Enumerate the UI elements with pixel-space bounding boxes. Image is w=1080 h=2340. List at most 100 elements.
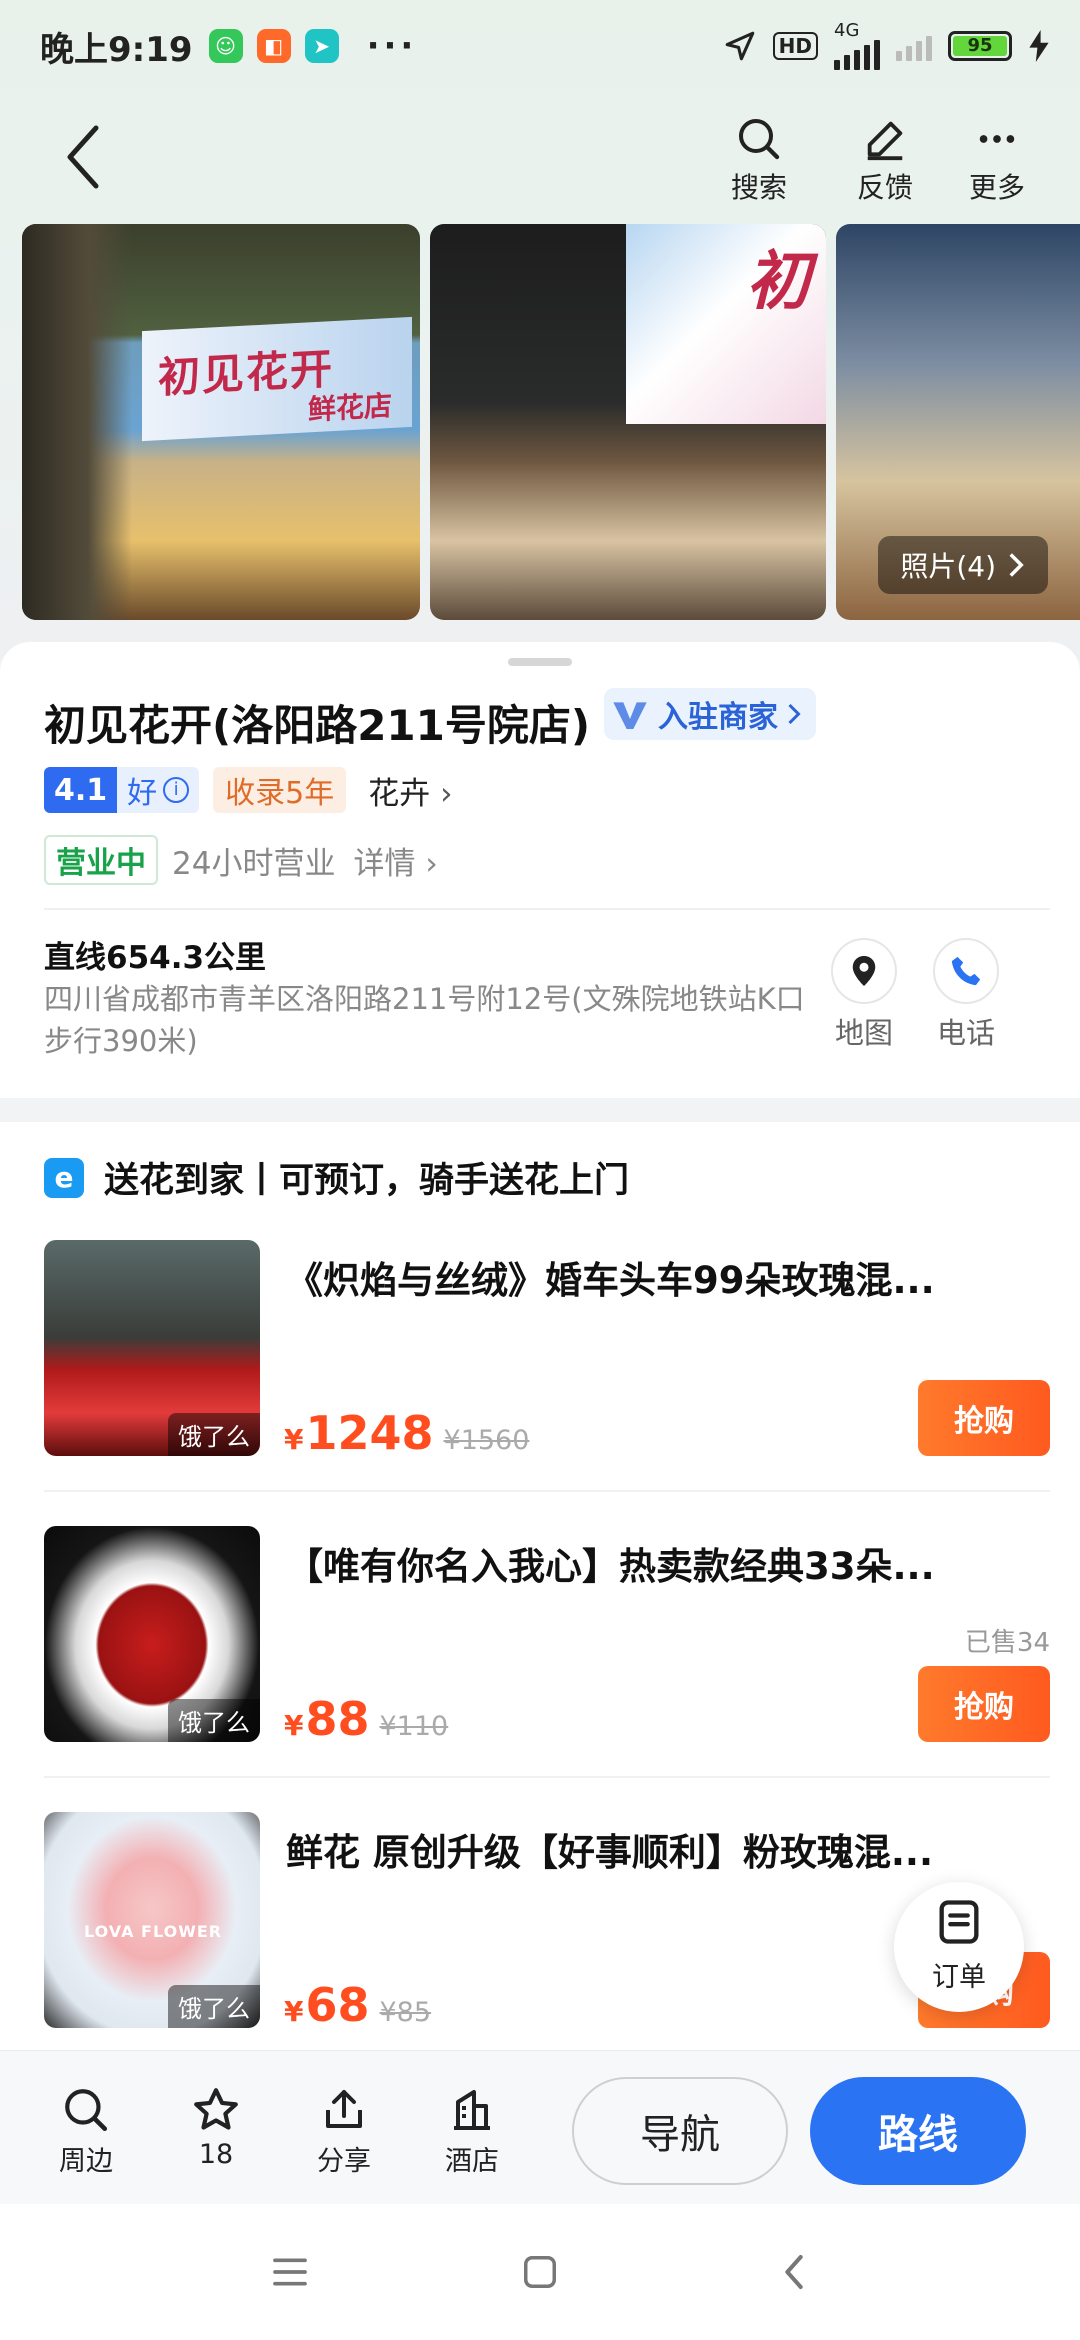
platform-tag: 饿了么 [168, 1413, 260, 1456]
menu-lines-icon [273, 2258, 307, 2286]
back-arrow-icon [67, 125, 99, 189]
hours-details-link[interactable]: 详情 › [353, 838, 437, 883]
phone-button[interactable]: 电话 [916, 938, 1016, 1052]
phone-icon [951, 956, 981, 986]
share-label: 分享 [317, 2146, 371, 2177]
product-thumbnail[interactable]: 饿了么 [44, 1526, 260, 1742]
original-price: ¥110 [379, 1711, 449, 1742]
bottom-action-bar: 周边 18 分享 酒店 导航 路线 [0, 2050, 1080, 2204]
search-label: 搜索 [730, 171, 787, 204]
original-price: ¥85 [379, 1997, 432, 2028]
product-item[interactable]: 饿了么 《炽焰与丝绒》婚车头车99朵玫瑰混... ¥ 1248 ¥1560 抢购 [44, 1240, 1050, 1460]
back-key[interactable] [764, 2242, 824, 2302]
chevron-right-icon: › [440, 775, 453, 812]
hotel-building-icon [454, 2090, 490, 2130]
buy-button[interactable]: 抢购 [918, 1666, 1050, 1742]
price-value: 68 [305, 1978, 370, 2032]
product-thumbnail[interactable]: 饿了么 [44, 1240, 260, 1456]
more-notifications-icon: ··· [366, 26, 418, 66]
product-name: 鲜花 原创升级【好事顺利】粉玫瑰混... [286, 1831, 934, 1874]
photo-count-button[interactable]: 照片(4) [878, 536, 1048, 594]
merchant-label: 入驻商家 [658, 700, 778, 735]
verified-v-icon [613, 702, 647, 729]
battery-level: 95 [953, 36, 1007, 56]
open-status-badge: 营业中 [44, 835, 158, 885]
shop-photo-2[interactable]: 初 [430, 224, 826, 620]
more-dots-icon [979, 135, 1015, 143]
shop-info-card: 初见花开(洛阳路211号院店) 入驻商家 4.1 好i 收录5年 花卉 › 营业… [0, 642, 1080, 1098]
more-button[interactable]: 更多 [942, 112, 1052, 206]
home-square-icon [524, 2256, 556, 2288]
search-icon [739, 119, 780, 160]
product-item[interactable]: 饿了么 【唯有你名入我心】热卖款经典33朵... 已售34 ¥ 88 ¥110 … [44, 1526, 1050, 1746]
shop-sign-2: 初 [626, 224, 826, 424]
edit-icon [867, 121, 903, 161]
shop-photo-1[interactable]: 初见花开 鲜花店 [22, 224, 420, 620]
favorite-button[interactable]: 18 [166, 2081, 266, 2170]
menu-key[interactable] [260, 2242, 320, 2302]
hd-icon: HD [772, 32, 818, 60]
location-arrow-icon [725, 31, 754, 61]
thumbnail-watermark: LOVA FLOWER [84, 1922, 223, 1941]
price-value: 88 [305, 1692, 370, 1746]
photo-gallery[interactable]: 初见花开 鲜花店 初 照片(4) [22, 224, 1080, 620]
divider [44, 908, 1050, 910]
send-notification-icon: ➤ [304, 29, 339, 63]
merchant-badge[interactable]: 入驻商家 [604, 688, 816, 740]
delivery-header: e 送花到家丨可预订，骑手送花上门 [44, 1152, 629, 1203]
hours-row: 营业中 24小时营业 详情 › [44, 834, 438, 886]
product-thumbnail[interactable]: LOVA FLOWER 饿了么 [44, 1812, 260, 2028]
platform-tag: 饿了么 [168, 1699, 260, 1742]
map-button[interactable]: 地图 [814, 938, 914, 1052]
map-pin-icon [852, 956, 876, 986]
nearby-button[interactable]: 周边 [36, 2081, 136, 2178]
product-name: 《炽焰与丝绒》婚车头车99朵玫瑰混... [286, 1259, 935, 1302]
search-icon [65, 2089, 108, 2132]
charging-icon [1029, 30, 1049, 62]
top-area: 晚上9:19 ☺ ◧ ➤ ··· HD 4G 95 搜索 反馈 更多 初见花开 … [0, 0, 1080, 660]
back-button[interactable] [60, 122, 110, 192]
rating-score: 4.1 [44, 767, 118, 813]
original-price: ¥1560 [443, 1425, 530, 1456]
hotel-button[interactable]: 酒店 [422, 2081, 522, 2178]
product-name: 【唯有你名入我心】热卖款经典33朵... [286, 1545, 935, 1588]
product-price: ¥ 88 ¥110 [284, 1692, 448, 1746]
hotel-label: 酒店 [445, 2146, 499, 2177]
favorite-count: 18 [198, 2139, 234, 2170]
product-price: ¥ 1248 ¥1560 [284, 1406, 529, 1460]
chevron-right-icon [788, 703, 801, 725]
navigate-button[interactable]: 导航 [572, 2077, 788, 2185]
drag-handle[interactable] [508, 658, 572, 666]
signal-bars-icon [834, 40, 880, 70]
search-button[interactable]: 搜索 [704, 112, 814, 206]
signal-1: 4G [834, 22, 880, 70]
chevron-right-icon [1009, 553, 1024, 577]
currency-symbol: ¥ [284, 1709, 304, 1742]
rating-badge[interactable]: 4.1 好i [44, 767, 200, 813]
feedback-button[interactable]: 反馈 [830, 112, 940, 206]
product-price: ¥ 68 ¥85 [284, 1978, 431, 2032]
platform-tag: 饿了么 [168, 1985, 260, 2028]
shopping-notification-icon: ◧ [256, 29, 291, 63]
listed-badge: 收录5年 [213, 767, 347, 813]
sold-count: 已售34 [964, 1628, 1050, 1658]
buy-button[interactable]: 抢购 [918, 1380, 1050, 1456]
currency-symbol: ¥ [284, 1995, 304, 2028]
route-button[interactable]: 路线 [810, 2077, 1026, 2185]
shop-sign: 初见花开 鲜花店 [142, 316, 412, 442]
category-link[interactable]: 花卉 › [368, 768, 452, 813]
star-icon [194, 2088, 238, 2130]
price-value: 1248 [305, 1406, 434, 1460]
chevron-right-icon: › [425, 845, 438, 882]
details-text: 详情 [353, 845, 416, 882]
home-key[interactable] [510, 2242, 570, 2302]
share-button[interactable]: 分享 [294, 2081, 394, 2178]
rating-level: 好i [117, 767, 200, 813]
eleme-logo-icon: e [44, 1157, 84, 1198]
status-right: HD 4G 95 [723, 22, 1050, 70]
order-fab-button[interactable]: 订单 [894, 1882, 1024, 2012]
phone-label: 电话 [936, 1016, 995, 1050]
divider [44, 1490, 1050, 1492]
address[interactable]: 四川省成都市青羊区洛阳路211号附12号(文殊院地铁站K口步行390米) [44, 978, 824, 1062]
business-hours: 24小时营业 [172, 845, 336, 882]
